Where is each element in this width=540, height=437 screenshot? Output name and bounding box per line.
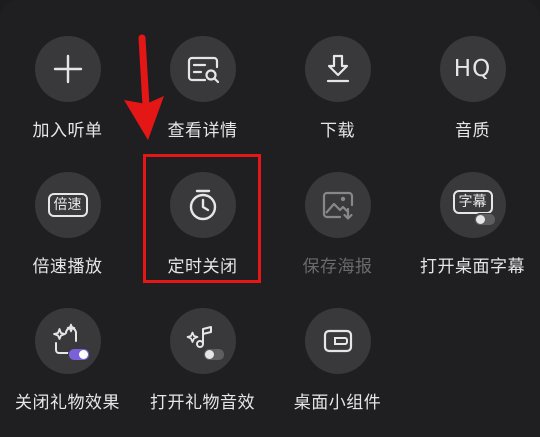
- gift-sound-toggle-switch: [202, 348, 225, 361]
- subtitle-icon-text: 字幕: [458, 194, 487, 210]
- detail-search-icon: [187, 56, 219, 84]
- download-icon: [326, 54, 349, 83]
- desktop-widget-button[interactable]: 桌面小组件: [270, 306, 405, 436]
- gift-effect-circle: [34, 308, 101, 374]
- add-to-playlist-circle: [34, 36, 101, 102]
- sleep-timer-button[interactable]: 定时关闭: [135, 170, 270, 300]
- playback-speed-button[interactable]: 倍速 倍速播放: [0, 170, 135, 300]
- save-poster-label: 保存海报: [302, 257, 373, 277]
- desktop-subtitle-button[interactable]: 字幕 打开桌面字幕: [405, 170, 540, 300]
- desktop-widget-circle: [304, 308, 371, 374]
- gift-effect-toggle-switch: [67, 348, 90, 361]
- add-to-playlist-button[interactable]: 加入听单: [0, 34, 135, 164]
- gift-sound-label: 打开礼物音效: [150, 393, 255, 413]
- view-details-label: 查看详情: [167, 121, 238, 141]
- subtitle-toggle-switch: [473, 213, 496, 226]
- audio-quality-button[interactable]: HQ 音质: [405, 34, 540, 164]
- gift-sound-toggle-knob: [204, 350, 214, 359]
- plus-icon: [53, 54, 82, 84]
- gift-effect-toggle-knob: [78, 350, 88, 359]
- timer-icon: [189, 189, 216, 221]
- audio-quality-label: 音质: [455, 121, 490, 141]
- more-options-panel: 加入听单 查看详情 下载 HQ 音质 倍速 倍速播放 定时关闭 保存海报 字幕 …: [0, 0, 540, 437]
- speed-icon: 倍速: [47, 193, 88, 217]
- playback-speed-label: 倍速播放: [32, 257, 103, 277]
- view-details-button[interactable]: 查看详情: [135, 34, 270, 164]
- audio-quality-circle: HQ: [439, 36, 506, 102]
- download-label: 下载: [320, 121, 355, 141]
- poster-icon: [322, 191, 353, 220]
- playback-speed-circle: 倍速: [34, 172, 101, 238]
- speed-icon-text: 倍速: [53, 197, 82, 213]
- hq-icon: HQ: [453, 56, 492, 82]
- subtitle-toggle-icon: 字幕: [452, 190, 493, 214]
- subtitle-toggle-knob: [475, 215, 485, 224]
- desktop-subtitle-circle: 字幕: [439, 172, 506, 238]
- desktop-widget-label: 桌面小组件: [293, 393, 382, 413]
- gift-effect-label: 关闭礼物效果: [15, 393, 120, 413]
- save-poster-circle: [304, 172, 371, 238]
- save-poster-button[interactable]: 保存海报: [270, 170, 405, 300]
- download-button[interactable]: 下载: [270, 34, 405, 164]
- sleep-timer-circle: [169, 172, 236, 238]
- download-circle: [304, 36, 371, 102]
- gift-sound-circle: [169, 308, 236, 374]
- gift-effect-button[interactable]: 关闭礼物效果: [0, 306, 135, 436]
- gift-sound-button[interactable]: 打开礼物音效: [135, 306, 270, 436]
- desktop-subtitle-label: 打开桌面字幕: [420, 257, 525, 277]
- add-to-playlist-label: 加入听单: [32, 121, 103, 141]
- sleep-timer-label: 定时关闭: [167, 257, 238, 277]
- view-details-circle: [169, 36, 236, 102]
- widget-icon: [323, 329, 352, 353]
